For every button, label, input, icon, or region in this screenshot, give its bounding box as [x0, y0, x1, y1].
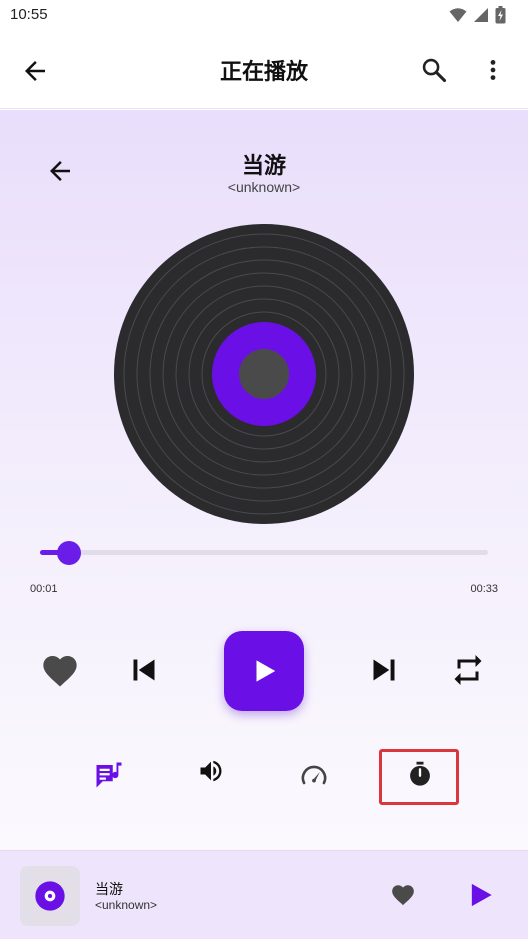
battery-icon — [495, 6, 506, 24]
status-bar: 10:55 — [0, 0, 528, 32]
signal-icon — [474, 8, 488, 22]
mini-player-heart-icon[interactable] — [389, 882, 417, 908]
play-button[interactable] — [224, 631, 304, 711]
mini-player[interactable]: 当游 <unknown> — [0, 850, 528, 939]
mini-player-artist: <unknown> — [95, 898, 158, 912]
track-title: 当游 — [241, 154, 286, 179]
mini-player-artwork — [20, 866, 80, 926]
volume-icon[interactable] — [197, 757, 225, 785]
search-icon[interactable] — [420, 56, 448, 84]
app-bar: 正在播放 — [0, 32, 528, 109]
favorite-heart-icon[interactable] — [40, 651, 80, 691]
status-time: 10:55 — [10, 6, 48, 23]
seek-bar-track[interactable] — [40, 550, 488, 555]
play-icon — [256, 660, 276, 682]
more-options-icon[interactable] — [480, 56, 506, 84]
repeat-icon[interactable] — [450, 652, 486, 688]
vinyl-disc-artwork — [114, 224, 414, 524]
status-icons — [449, 6, 506, 24]
wifi-icon — [449, 8, 467, 22]
seek-bar-thumb[interactable] — [57, 541, 81, 565]
timer-highlight-box — [379, 749, 459, 805]
total-time: 00:33 — [470, 583, 498, 595]
now-playing-panel: 当游 <unknown> 00:01 00:33 — [0, 110, 528, 850]
lyrics-icon[interactable] — [94, 760, 124, 790]
page-title: 正在播放 — [219, 60, 308, 85]
skip-next-icon[interactable] — [366, 652, 402, 688]
mini-player-title: 当游 — [95, 882, 123, 898]
mini-player-play-icon[interactable] — [466, 881, 494, 909]
playback-speed-icon[interactable] — [300, 762, 328, 790]
skip-previous-icon[interactable] — [126, 652, 162, 688]
current-time: 00:01 — [30, 583, 58, 595]
track-artist: <unknown> — [227, 179, 301, 195]
disc-icon — [35, 881, 65, 911]
